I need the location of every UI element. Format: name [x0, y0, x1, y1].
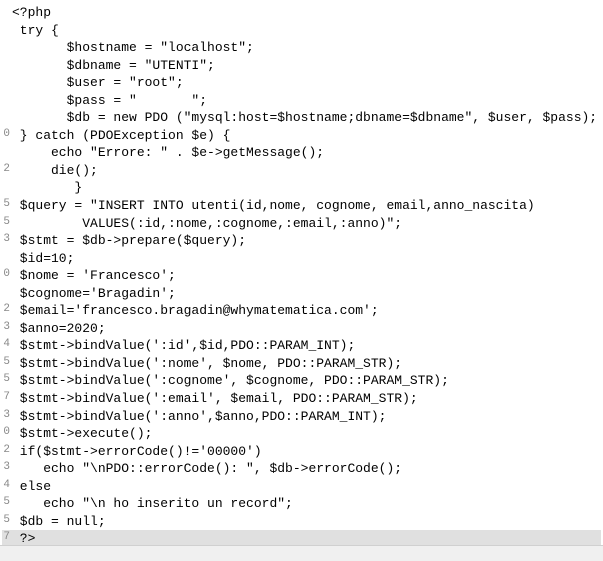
- code-text: $stmt->bindValue(':anno',$anno,PDO::PARA…: [10, 408, 386, 426]
- code-editor: <?php try { $hostname = "localhost"; $db…: [0, 0, 603, 552]
- code-text: try {: [10, 22, 59, 40]
- code-text: die();: [10, 162, 98, 180]
- line-gutter: 3: [2, 408, 10, 426]
- code-line: 3 echo "\nPDO::errorCode(): ", $db->erro…: [2, 460, 601, 478]
- code-line: 2 if($stmt->errorCode()!='00000'): [2, 443, 601, 461]
- line-gutter: 4: [2, 337, 10, 355]
- code-line: $user = "root";: [2, 74, 601, 92]
- line-gutter: 0: [2, 127, 10, 145]
- code-line: 5 $query = "INSERT INTO utenti(id,nome, …: [2, 197, 601, 215]
- code-line: 3 $stmt = $db->prepare($query);: [2, 232, 601, 250]
- line-gutter: [2, 144, 10, 162]
- line-gutter: 5: [2, 372, 10, 390]
- code-line: 7 $stmt->bindValue(':email', $email, PDO…: [2, 390, 601, 408]
- code-text: $user = "root";: [10, 74, 184, 92]
- line-gutter: 5: [2, 513, 10, 531]
- code-text: <?php: [10, 4, 51, 22]
- line-gutter: [2, 57, 10, 75]
- line-gutter: 2: [2, 162, 10, 180]
- code-line: echo "Errore: " . $e->getMessage();: [2, 144, 601, 162]
- line-gutter: 7: [2, 390, 10, 408]
- code-text: $id=10;: [10, 250, 74, 268]
- code-text: $stmt->bindValue(':email', $email, PDO::…: [10, 390, 418, 408]
- code-text: VALUES(:id,:nome,:cognome,:email,:anno)"…: [10, 215, 402, 233]
- code-text: else: [10, 478, 51, 496]
- code-line: 5 $stmt->bindValue(':cognome', $cognome,…: [2, 372, 601, 390]
- code-text: } catch (PDOException $e) {: [10, 127, 230, 145]
- code-text: $email='francesco.bragadin@whymatematica…: [10, 302, 379, 320]
- code-text: $nome = 'Francesco';: [10, 267, 176, 285]
- code-line: 5 $stmt->bindValue(':nome', $nome, PDO::…: [2, 355, 601, 373]
- line-gutter: 2: [2, 302, 10, 320]
- code-text: $pass = " ";: [10, 92, 207, 110]
- code-text: $stmt->execute();: [10, 425, 152, 443]
- line-gutter: 5: [2, 215, 10, 233]
- code-line: 2 $email='francesco.bragadin@whymatemati…: [2, 302, 601, 320]
- code-line: $pass = " ";: [2, 92, 601, 110]
- code-text: $stmt->bindValue(':cognome', $cognome, P…: [10, 372, 449, 390]
- line-gutter: 4: [2, 478, 10, 496]
- code-text: if($stmt->errorCode()!='00000'): [10, 443, 262, 461]
- code-text: $db = new PDO ("mysql:host=$hostname;dbn…: [10, 109, 597, 127]
- code-line: $db = new PDO ("mysql:host=$hostname;dbn…: [2, 109, 601, 127]
- line-gutter: [2, 109, 10, 127]
- code-text: $stmt->bindValue(':nome', $nome, PDO::PA…: [10, 355, 402, 373]
- line-gutter: 0: [2, 425, 10, 443]
- code-line: 3 $stmt->bindValue(':anno',$anno,PDO::PA…: [2, 408, 601, 426]
- code-line: }: [2, 179, 601, 197]
- code-line: 5 VALUES(:id,:nome,:cognome,:email,:anno…: [2, 215, 601, 233]
- code-text: $stmt->bindValue(':id',$id,PDO::PARAM_IN…: [10, 337, 355, 355]
- line-gutter: [2, 22, 10, 40]
- code-line: 3 $anno=2020;: [2, 320, 601, 338]
- code-text: echo "\nPDO::errorCode(): ", $db->errorC…: [10, 460, 402, 478]
- code-text: $anno=2020;: [10, 320, 106, 338]
- line-gutter: [2, 39, 10, 57]
- code-line: 2 die();: [2, 162, 601, 180]
- code-line: 0 } catch (PDOException $e) {: [2, 127, 601, 145]
- code-text: $dbname = "UTENTI";: [10, 57, 215, 75]
- code-line: 0 $stmt->execute();: [2, 425, 601, 443]
- line-gutter: [2, 4, 10, 22]
- line-gutter: 3: [2, 460, 10, 478]
- code-text: echo "\n ho inserito un record";: [10, 495, 293, 513]
- line-gutter: 5: [2, 355, 10, 373]
- line-gutter: 0: [2, 267, 10, 285]
- code-line: 5 $db = null;: [2, 513, 601, 531]
- line-gutter: [2, 92, 10, 110]
- code-line: 4 else: [2, 478, 601, 496]
- code-text: echo "Errore: " . $e->getMessage();: [10, 144, 324, 162]
- line-gutter: 5: [2, 495, 10, 513]
- code-line: 5 echo "\n ho inserito un record";: [2, 495, 601, 513]
- code-line: $cognome='Bragadin';: [2, 285, 601, 303]
- line-gutter: [2, 285, 10, 303]
- code-line: $id=10;: [2, 250, 601, 268]
- code-text: $cognome='Bragadin';: [10, 285, 176, 303]
- line-gutter: 2: [2, 443, 10, 461]
- code-line: $dbname = "UTENTI";: [2, 57, 601, 75]
- line-gutter: 3: [2, 320, 10, 338]
- code-line: <?php: [2, 4, 601, 22]
- code-line: try {: [2, 22, 601, 40]
- horizontal-scrollbar[interactable]: [0, 545, 603, 561]
- code-text: $db = null;: [10, 513, 106, 531]
- line-gutter: 5: [2, 197, 10, 215]
- code-line: 4 $stmt->bindValue(':id',$id,PDO::PARAM_…: [2, 337, 601, 355]
- code-text: }: [10, 179, 82, 197]
- line-gutter: [2, 179, 10, 197]
- line-gutter: [2, 74, 10, 92]
- code-text: $stmt = $db->prepare($query);: [10, 232, 246, 250]
- line-gutter: [2, 250, 10, 268]
- line-gutter: 3: [2, 232, 10, 250]
- code-line: 0 $nome = 'Francesco';: [2, 267, 601, 285]
- code-text: $hostname = "localhost";: [10, 39, 254, 57]
- code-line: $hostname = "localhost";: [2, 39, 601, 57]
- code-text: $query = "INSERT INTO utenti(id,nome, co…: [10, 197, 535, 215]
